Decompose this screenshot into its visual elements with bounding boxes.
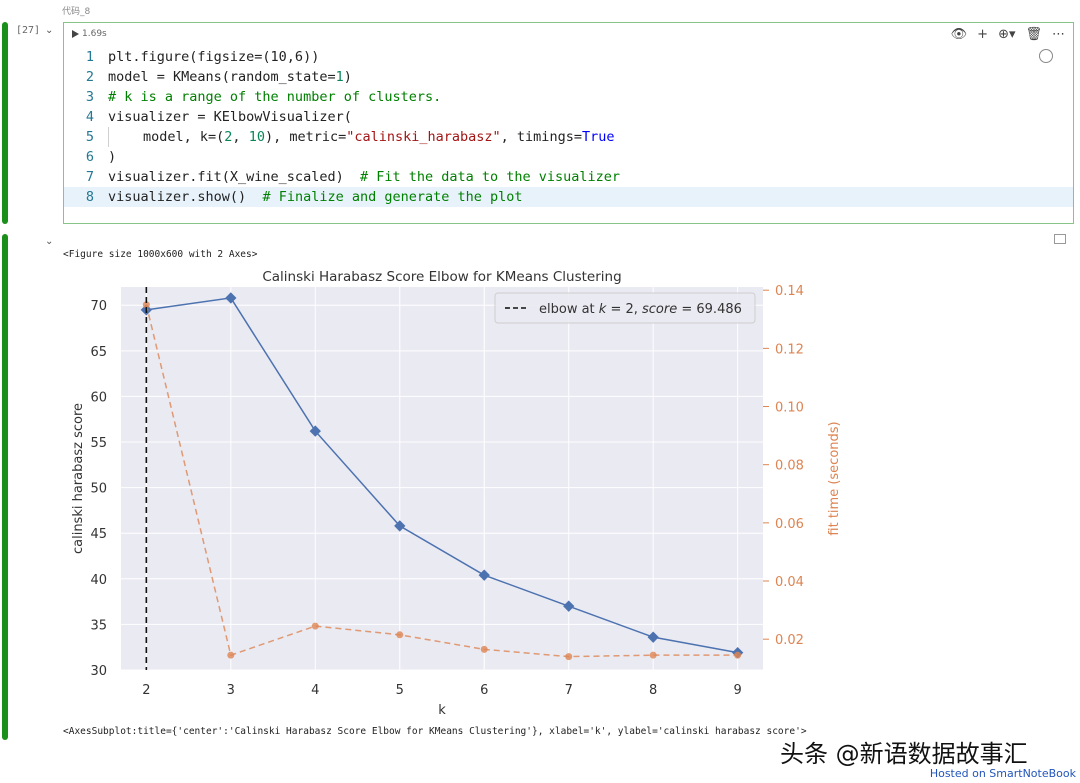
cell-label: 代码_8 [62, 7, 91, 17]
y2-tick-label: 0.04 [775, 575, 804, 590]
y-tick-label: 35 [90, 618, 107, 633]
collapse-input-icon[interactable]: ⌄ [45, 25, 53, 36]
cell-status-bar [2, 22, 8, 224]
chart-title: Calinski Harabasz Score Elbow for KMeans… [262, 269, 621, 285]
y2-tick-label: 0.02 [775, 633, 804, 648]
run-cell-icon[interactable] [72, 30, 79, 38]
plot-background [121, 287, 763, 670]
fit-time-point [649, 651, 657, 659]
fit-time-point [311, 622, 319, 630]
legend-label: elbow at k = 2, score = 69.486 [539, 302, 742, 317]
run-time: 1.69s [82, 29, 107, 39]
fit-time-point [227, 651, 235, 659]
execution-count: [27] [16, 25, 41, 36]
code-line: 7 visualizer.fit(X_wine_scaled) # Fit the… [85, 169, 621, 185]
x-tick-label: 4 [311, 683, 319, 698]
cell-toolbar: 👁 + ⊕▾ 🗑 ⋯ [951, 27, 1065, 43]
y2-tick-label: 0.08 [775, 459, 804, 474]
y2-tick-label: 0.10 [775, 401, 804, 416]
output-status-bar [2, 234, 8, 740]
fit-time-point [734, 651, 742, 659]
y-tick-label: 45 [90, 527, 107, 542]
elbow-chart: Calinski Harabasz Score Elbow for KMeans… [71, 269, 840, 718]
code-editor[interactable]: 1 plt.figure(figsize=(10,6)) 2 model = KMe… [64, 47, 1073, 207]
x-tick-label: 3 [227, 683, 235, 698]
y-tick-label: 50 [90, 482, 107, 497]
code-line: 4 visualizer = KElbowVisualizer( [85, 109, 352, 125]
y2-tick-label: 0.06 [775, 517, 804, 532]
more-icon[interactable]: ⋯ [1052, 27, 1065, 43]
y-tick-label: 40 [90, 573, 107, 588]
x-tick-label: 5 [396, 683, 404, 698]
watermark: 头条 @新语数据故事汇 [780, 740, 1028, 768]
x-tick-label: 8 [649, 683, 657, 698]
code-line: 1 plt.figure(figsize=(10,6)) [85, 49, 320, 65]
y-axis-label: calinski harabasz score [71, 403, 86, 554]
fit-time-point [565, 653, 573, 661]
code-line: 2 model = KMeans(random_state=1) [85, 69, 352, 85]
trash-icon[interactable]: 🗑 [1025, 27, 1042, 43]
plus-icon[interactable]: + [977, 27, 988, 43]
run-area: 1.69s [72, 29, 107, 39]
x-axis-label: k [438, 703, 446, 718]
output-options-icon[interactable] [1054, 234, 1066, 244]
y-tick-label: 70 [90, 299, 107, 314]
hosted-by-link[interactable]: Hosted on SmartNoteBook [930, 767, 1076, 780]
fit-time-point [480, 645, 488, 653]
figure-size-text: <Figure size 1000x600 with 2 Axes> [63, 249, 258, 260]
x-tick-label: 6 [480, 683, 488, 698]
fit-time-point [396, 631, 404, 639]
x-tick-label: 2 [142, 683, 150, 698]
y-tick-label: 60 [90, 390, 107, 405]
collapse-output-icon[interactable]: ⌄ [45, 236, 53, 247]
y-tick-label: 55 [90, 436, 107, 451]
code-line: 6) [85, 149, 117, 165]
x-tick-label: 9 [734, 683, 742, 698]
y2-axis-label: fit time (seconds) [827, 421, 840, 535]
cell-options-icon[interactable]: ⊕▾ [998, 27, 1015, 43]
code-line-active: 8 visualizer.show() # Finalize and genera… [64, 187, 1073, 207]
y-tick-label: 30 [90, 664, 107, 679]
code-line: 3 # k is a range of the number of cluster… [85, 89, 442, 105]
indent-guide [108, 127, 109, 147]
code-cell[interactable]: 1.69s 👁 + ⊕▾ 🗑 ⋯ 1 plt.figure(figsize=(10… [63, 22, 1074, 224]
y2-tick-label: 0.12 [775, 342, 804, 357]
code-line: 5 model, k=(2, 10), metric="calinski_hara… [85, 127, 615, 147]
x-tick-label: 7 [565, 683, 573, 698]
y-tick-label: 65 [90, 345, 107, 360]
axes-repr-text: <AxesSubplot:title={'center':'Calinski H… [63, 726, 807, 737]
y2-tick-label: 0.14 [775, 284, 804, 299]
eye-icon[interactable]: 👁 [951, 27, 968, 43]
